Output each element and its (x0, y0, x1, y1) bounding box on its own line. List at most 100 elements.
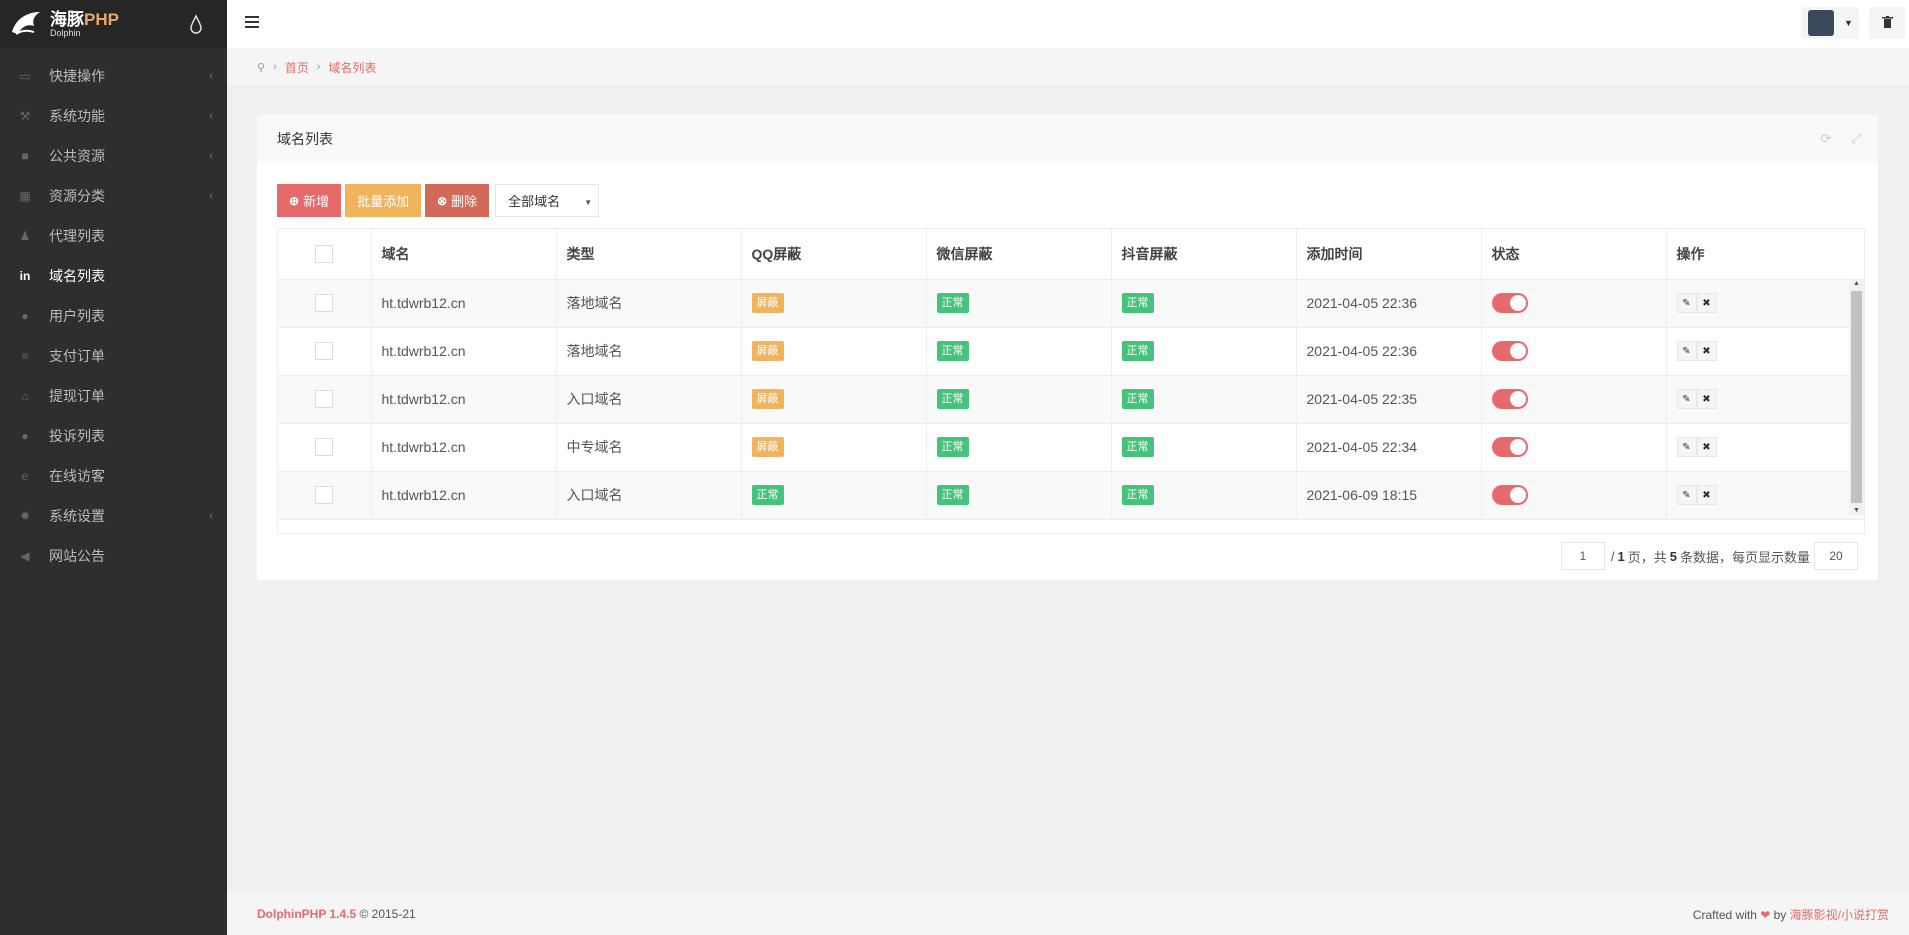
breadcrumb: ⚲ › 首页 › 域名列表 (227, 48, 1909, 87)
author-link[interactable]: 海豚影视/小说打赏 (1790, 908, 1889, 922)
sidebar-item[interactable]: ■ 公共资源 ‹ (0, 136, 227, 176)
edit-pencil-icon[interactable]: ✎ (1676, 389, 1697, 410)
status-toggle[interactable] (1491, 293, 1528, 313)
status-badge: 正常 (1121, 293, 1154, 313)
gear-icon: ✹ (19, 509, 31, 523)
sidebar-item[interactable]: e 在线访客 (0, 456, 227, 496)
column-header[interactable]: 微信屏蔽 (926, 229, 1112, 280)
add-button[interactable]: ⊕ 新增 (277, 184, 342, 217)
sidebar-item[interactable]: ≡ 支付订单 (0, 336, 227, 376)
domain-filter-select[interactable]: 全部域名 ▼ (495, 184, 600, 217)
footer-left: DolphinPHP 1.4.5 © 2015-21 (257, 907, 416, 921)
qq-block-cell: 屏蔽 (741, 327, 927, 376)
sidebar-item[interactable]: ⚒ 系统功能 ‹ (0, 96, 227, 136)
status-badge: 正常 (936, 437, 969, 457)
status-toggle[interactable] (1491, 341, 1528, 361)
delete-x-icon[interactable]: ✖ (1696, 293, 1717, 314)
domain-filter-value: 全部域名 (508, 194, 561, 209)
table-row: ht.tdwrb12.cn 中专域名 屏蔽 正常 正常 2021-04-05 22:34 ✎… (278, 423, 1864, 472)
type-cell: 入口域名 (556, 471, 742, 520)
delete-x-icon[interactable]: ✖ (1696, 389, 1717, 410)
sidebar-item[interactable]: in 域名列表 (0, 256, 227, 296)
row-checkbox[interactable] (315, 486, 334, 505)
column-header[interactable]: 抖音屏蔽 (1111, 229, 1297, 280)
sidebar-item[interactable]: ▦ 资源分类 ‹ (0, 176, 227, 216)
sidebar-item-label: 快捷操作 (49, 68, 105, 84)
pagination: 1 / 1 页，共 5 条数据，每页显示数量 20 (1560, 542, 1858, 570)
times-circle-icon: ⊗ (437, 193, 448, 208)
row-checkbox[interactable] (315, 438, 334, 457)
column-header[interactable]: 状态 (1481, 229, 1667, 280)
map-marker-icon: ⚲ (257, 61, 266, 74)
column-header[interactable]: 类型 (556, 229, 742, 280)
select-all-checkbox[interactable] (315, 244, 334, 263)
row-checkbox[interactable] (315, 294, 334, 313)
delete-x-icon[interactable]: ✖ (1696, 485, 1717, 506)
sidebar-item[interactable]: ● 投诉列表 (0, 416, 227, 456)
qq-block-cell: 屏蔽 (741, 423, 927, 472)
row-select-cell (278, 471, 372, 520)
sidebar-item[interactable]: ▭ 快捷操作 ‹ (0, 56, 227, 96)
wechat-block-cell: 正常 (926, 423, 1112, 472)
status-toggle[interactable] (1491, 389, 1528, 409)
status-badge: 正常 (936, 341, 969, 361)
page-number-input[interactable]: 1 (1560, 542, 1605, 570)
column-header[interactable]: 添加时间 (1296, 229, 1482, 280)
douyin-block-cell: 正常 (1111, 375, 1297, 424)
row-checkbox[interactable] (315, 342, 334, 361)
status-badge: 正常 (1121, 437, 1154, 457)
per-page-input[interactable]: 20 (1814, 542, 1858, 570)
column-header[interactable]: 域名 (371, 229, 557, 280)
sidebar-item-label: 投诉列表 (49, 428, 105, 444)
clear-cache-button[interactable] (1869, 7, 1905, 39)
table-row: ht.tdwrb12.cn 入口域名 正常 正常 正常 2021-06-09 18:15 ✎… (278, 471, 1864, 520)
brand-subtitle: Dolphin (50, 27, 81, 38)
product-link[interactable]: DolphinPHP 1.4.5 (257, 907, 356, 921)
edit-pencil-icon[interactable]: ✎ (1676, 341, 1697, 362)
breadcrumb-home-link[interactable]: 首页 (285, 59, 309, 76)
caret-down-icon: ▼ (584, 198, 593, 207)
row-checkbox[interactable] (315, 390, 334, 409)
user-dropdown-button[interactable]: ▼ (1801, 7, 1859, 39)
sidebar-item[interactable]: ◀ 网站公告 (0, 536, 227, 576)
users-icon: ♟ (19, 229, 31, 243)
edit-pencil-icon[interactable]: ✎ (1676, 437, 1697, 458)
brand[interactable]: 海豚PHP Dolphin (0, 0, 227, 48)
sidebar-item[interactable]: ● 用户列表 (0, 296, 227, 336)
batch-add-button[interactable]: 批量添加 (345, 184, 422, 217)
status-toggle[interactable] (1491, 437, 1528, 457)
scroll-up-icon[interactable]: ▲ (1853, 280, 1860, 287)
time-cell: 2021-04-05 22:36 (1296, 327, 1482, 376)
scroll-down-icon[interactable]: ▼ (1853, 507, 1860, 514)
column-header[interactable]: 操作 (1666, 229, 1864, 280)
domain-cell: ht.tdwrb12.cn (371, 327, 557, 376)
actions-cell: ✎ ✖ (1666, 327, 1864, 376)
status-toggle[interactable] (1491, 485, 1528, 505)
refresh-icon[interactable]: ⟳ (1818, 131, 1834, 147)
sidebar-item[interactable]: ⌂ 提现订单 (0, 376, 227, 416)
menu-toggle-icon[interactable] (245, 16, 259, 28)
sidebar-item[interactable]: ♟ 代理列表 (0, 216, 227, 256)
crafted-text: Crafted with (1692, 907, 1757, 922)
delete-x-icon[interactable]: ✖ (1696, 437, 1717, 458)
sidebar: 海豚PHP Dolphin ▭ 快捷操作 ‹ ⚒ 系统功能 ‹ ■ 公共资源 ‹ ▦ 资源分类 ‹ ♟ 代… (0, 0, 227, 935)
delete-x-icon[interactable]: ✖ (1696, 341, 1717, 362)
water-drop-icon[interactable] (189, 14, 203, 34)
sidebar-item[interactable]: ✹ 系统设置 ‹ (0, 496, 227, 536)
scrollbar-thumb[interactable] (1851, 291, 1862, 503)
row-actions: ✎ ✖ (1676, 485, 1717, 506)
status-cell (1481, 423, 1667, 472)
panel-title: 域名列表 (277, 131, 333, 147)
delete-button[interactable]: ⊗ 删除 (425, 184, 490, 217)
edit-pencil-icon[interactable]: ✎ (1676, 293, 1697, 314)
bullhorn-icon: ◀ (20, 549, 30, 563)
table-body: ht.tdwrb12.cn 落地域名 屏蔽 正常 正常 2021-04-05 22:36 ✎… (278, 279, 1864, 520)
column-header[interactable]: QQ屏蔽 (741, 229, 927, 280)
edit-pencil-icon[interactable]: ✎ (1676, 485, 1697, 506)
fullscreen-icon[interactable]: ⤢ (1848, 131, 1864, 147)
table-scrollbar[interactable]: ▲ ▼ (1849, 279, 1864, 515)
actions-cell: ✎ ✖ (1666, 375, 1864, 424)
folder-open-icon: ▭ (19, 69, 31, 83)
domain-table: 域名 类型 QQ屏蔽 微信屏蔽 抖音屏蔽 添加时间 状态 操作 ht.tdwrb… (277, 228, 1865, 534)
row-select-cell (278, 279, 372, 328)
